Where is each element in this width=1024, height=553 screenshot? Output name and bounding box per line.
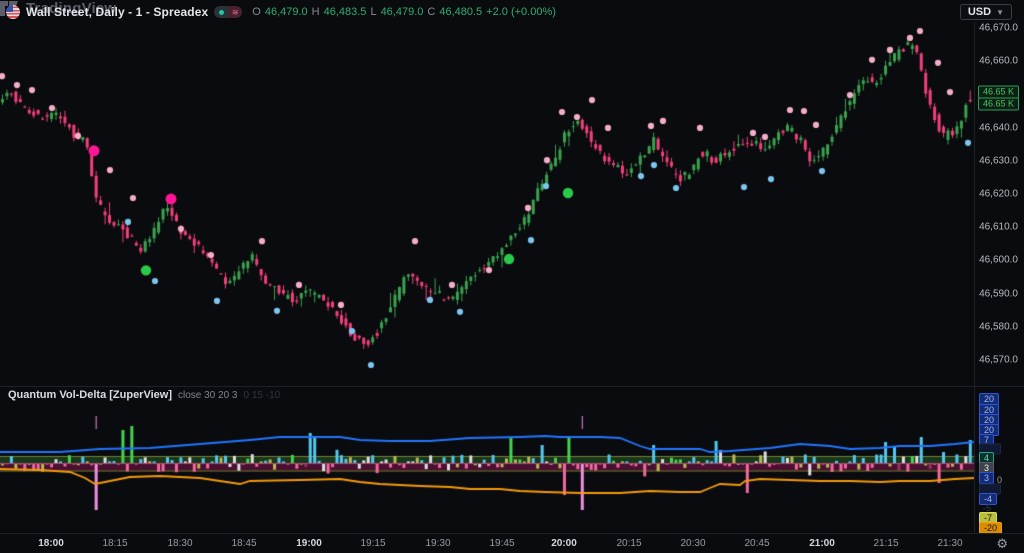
ohlc-readout: O 46,479.0 H 46,483.5 L 46,479.0 C 46,48… [252,6,556,18]
price-tick-label: 46,590.0 [979,289,1018,300]
price-tick-label: 46,670.0 [979,23,1018,34]
time-tick-label: 20:15 [616,538,641,549]
price-tick-label: 46,600.0 [979,255,1018,266]
time-tick-label: 19:15 [360,538,385,549]
open-label: O [252,6,261,18]
signal-toggle-chip[interactable]: ≋ [214,6,242,18]
green-dot-toggle-icon [214,6,228,18]
time-tick-label: 18:00 [38,538,64,549]
chart-legend: Wall Street, Daily - 1 - Spreadex ≋ O 46… [6,4,556,20]
time-tick-label: 20:00 [551,538,577,549]
last-price-badge: 46.65 K [978,98,1019,111]
low-value: 46,479.0 [381,6,424,18]
price-chart-canvas[interactable] [0,0,1024,553]
chevron-down-icon: ▼ [996,8,1004,17]
open-value: 46,479.0 [265,6,308,18]
price-tick-label: 46,570.0 [979,355,1018,366]
time-tick-label: 21:30 [937,538,962,549]
change-value: +2.0 (+0.00%) [486,6,556,18]
time-tick-label: 18:15 [102,538,127,549]
currency-label: USD [968,6,991,18]
time-tick-label: 20:45 [744,538,769,549]
symbol-title[interactable]: Wall Street, Daily - 1 - Spreadex [26,5,208,19]
time-tick-label: 21:15 [873,538,898,549]
indicator-scale-badge: 3 [979,472,994,484]
time-tick-label: 19:45 [489,538,514,549]
time-tick-label: 21:00 [809,538,835,549]
indicator-legend: Quantum Vol-Delta [ZuperView] close 30 2… [8,389,280,401]
price-tick-label: 46,580.0 [979,322,1018,333]
indicator-params-faint: 0 15 -10 [244,390,281,401]
price-tick-label: 46,660.0 [979,56,1018,67]
price-tick-label: 46,620.0 [979,189,1018,200]
time-tick-label: 18:30 [167,538,192,549]
currency-selector[interactable]: USD ▼ [960,4,1012,20]
low-label: L [370,6,376,18]
us-flag-icon [6,5,20,19]
price-tick-label: 46,610.0 [979,222,1018,233]
time-tick-label: 20:30 [680,538,705,549]
close-label: C [427,6,435,18]
time-tick-label: 19:00 [296,538,322,549]
tradingview-chart-window: TradingView Wall Street, Daily - 1 - Spr… [0,0,1024,553]
high-label: H [312,6,320,18]
time-tick-label: 18:45 [231,538,256,549]
pink-wave-toggle-icon: ≋ [228,6,242,18]
price-tick-label: 46,640.0 [979,123,1018,134]
high-value: 46,483.5 [324,6,367,18]
time-tick-label: 19:30 [425,538,450,549]
settings-gear-icon[interactable]: ⚙ [996,536,1008,552]
indicator-params: close 30 20 3 [178,390,238,401]
price-tick-label: 46,630.0 [979,156,1018,167]
indicator-title[interactable]: Quantum Vol-Delta [ZuperView] [8,389,172,401]
pane-separator[interactable] [0,386,1024,387]
indicator-scale[interactable]: 2020202074330-4-5-7-20 [975,386,1024,533]
time-axis[interactable]: 18:00 18:15 18:30 18:45 19:00 19:15 19:30 19:45… [0,533,1024,553]
close-value: 46,480.5 [439,6,482,18]
